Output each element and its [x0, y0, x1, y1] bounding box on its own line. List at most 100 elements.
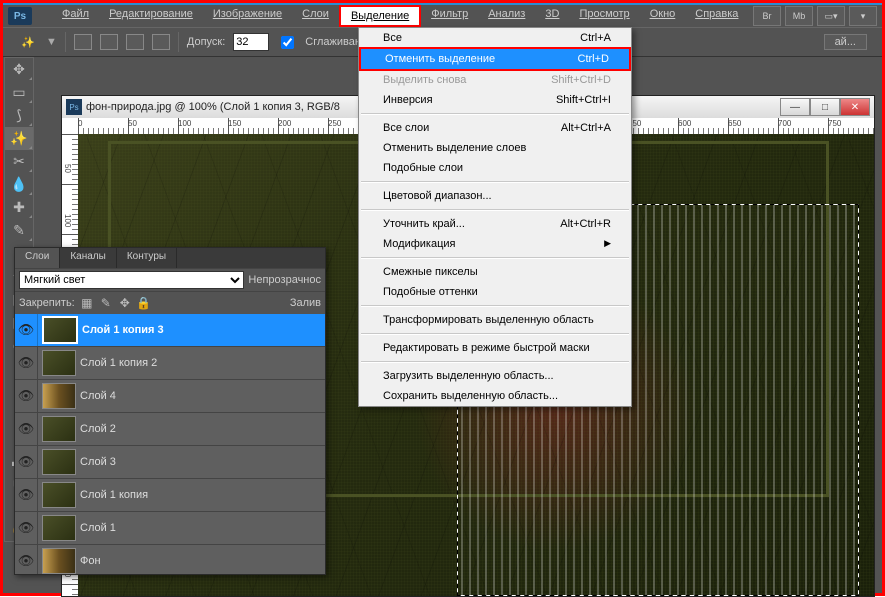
visibility-toggle-icon[interactable]: 👁 — [15, 380, 38, 412]
eyedropper-tool[interactable]: 💧 — [5, 173, 33, 196]
layer-row[interactable]: 👁 Слой 1 копия 3 — [15, 314, 325, 347]
visibility-toggle-icon[interactable]: 👁 — [15, 545, 38, 574]
layer-name[interactable]: Слой 2 — [80, 423, 116, 435]
layer-name[interactable]: Фон — [80, 555, 101, 567]
lock-label: Закрепить: — [19, 297, 75, 309]
layer-row[interactable]: 👁 Слой 1 копия — [15, 479, 325, 512]
menu-3d[interactable]: 3D — [535, 5, 569, 27]
brush-tool[interactable]: ✎ — [5, 219, 33, 242]
add-selection-icon[interactable] — [100, 34, 118, 50]
lock-paint-icon[interactable]: ✎ — [98, 295, 114, 311]
subtract-selection-icon[interactable] — [126, 34, 144, 50]
selection-menu-dropdown: ВсеCtrl+AОтменить выделениеCtrl+DВыделит… — [358, 27, 632, 407]
tolerance-label: Допуск: — [187, 36, 225, 48]
screen-mode-button[interactable]: ▭▾ — [817, 6, 845, 26]
visibility-toggle-icon[interactable]: 👁 — [15, 347, 38, 379]
lock-transparency-icon[interactable]: ▦ — [79, 295, 95, 311]
layer-row[interactable]: 👁 Фон — [15, 545, 325, 574]
healing-tool[interactable]: ✚ — [5, 196, 33, 219]
menu-item-3[interactable]: ИнверсияShift+Ctrl+I — [359, 90, 631, 110]
layer-thumbnail[interactable] — [42, 515, 76, 541]
lock-all-icon[interactable]: 🔒 — [136, 295, 152, 311]
marquee-tool[interactable]: ▭ — [5, 81, 33, 104]
visibility-toggle-icon[interactable]: 👁 — [15, 314, 38, 346]
layer-thumbnail[interactable] — [42, 548, 76, 574]
blend-mode-select[interactable]: Мягкий свет — [19, 271, 244, 289]
menu-справка[interactable]: Справка — [685, 5, 748, 27]
menu-редактирование[interactable]: Редактирование — [99, 5, 203, 27]
layer-name[interactable]: Слой 3 — [80, 456, 116, 468]
menu-фильтр[interactable]: Фильтр — [421, 5, 478, 27]
menu-item-6[interactable]: Отменить выделение слоев — [359, 138, 631, 158]
menu-item-12[interactable]: Модификация▶ — [359, 234, 631, 254]
menu-item-21[interactable]: Загрузить выделенную область... — [359, 366, 631, 386]
tolerance-input[interactable] — [233, 33, 269, 51]
layer-thumbnail[interactable] — [42, 482, 76, 508]
new-selection-icon[interactable] — [74, 34, 92, 50]
fill-label: Залив — [290, 297, 321, 309]
layer-thumbnail[interactable] — [42, 316, 78, 344]
intersect-selection-icon[interactable] — [152, 34, 170, 50]
maximize-button[interactable]: □ — [810, 98, 840, 116]
antialias-checkbox[interactable] — [281, 36, 294, 49]
minibridge-button[interactable]: Mb — [785, 6, 813, 26]
menu-изображение[interactable]: Изображение — [203, 5, 292, 27]
layer-name[interactable]: Слой 1 копия — [80, 489, 148, 501]
menu-item-9[interactable]: Цветовой диапазон... — [359, 186, 631, 206]
menu-item-19[interactable]: Редактировать в режиме быстрой маски — [359, 338, 631, 358]
layer-thumbnail[interactable] — [42, 416, 76, 442]
menu-item-2: Выделить сноваShift+Ctrl+D — [359, 70, 631, 90]
layer-thumbnail[interactable] — [42, 350, 76, 376]
move-tool[interactable]: ✥ — [5, 58, 33, 81]
menu-слои[interactable]: Слои — [292, 5, 339, 27]
menu-item-17[interactable]: Трансформировать выделенную область — [359, 310, 631, 330]
magic-wand-tool[interactable]: ✨ — [5, 127, 33, 150]
menu-item-7[interactable]: Подобные слои — [359, 158, 631, 178]
close-button[interactable]: ✕ — [840, 98, 870, 116]
app-logo: Ps — [8, 7, 32, 25]
menu-item-14[interactable]: Смежные пикселы — [359, 262, 631, 282]
layer-row[interactable]: 👁 Слой 2 — [15, 413, 325, 446]
layer-name[interactable]: Слой 1 — [80, 522, 116, 534]
layer-name[interactable]: Слой 4 — [80, 390, 116, 402]
bridge-button[interactable]: Br — [753, 6, 781, 26]
menu-item-0[interactable]: ВсеCtrl+A — [359, 28, 631, 48]
visibility-toggle-icon[interactable]: 👁 — [15, 446, 38, 478]
ps-file-icon: Ps — [66, 99, 82, 115]
menu-выделение[interactable]: Выделение — [339, 5, 421, 27]
menu-item-22[interactable]: Сохранить выделенную область... — [359, 386, 631, 406]
layer-row[interactable]: 👁 Слой 1 — [15, 512, 325, 545]
magic-wand-indicator-icon: ✨ — [18, 32, 38, 52]
menu-окно[interactable]: Окно — [640, 5, 686, 27]
opacity-label: Непрозрачнос — [248, 274, 321, 286]
lock-position-icon[interactable]: ✥ — [117, 295, 133, 311]
layer-row[interactable]: 👁 Слой 3 — [15, 446, 325, 479]
visibility-toggle-icon[interactable]: 👁 — [15, 479, 38, 511]
menu-файл[interactable]: Файл — [52, 5, 99, 27]
layer-name[interactable]: Слой 1 копия 2 — [80, 357, 157, 369]
crop-tool[interactable]: ✂ — [5, 150, 33, 173]
layer-thumbnail[interactable] — [42, 383, 76, 409]
menu-просмотр[interactable]: Просмотр — [569, 5, 639, 27]
menu-bar: Ps ФайлРедактированиеИзображениеСлоиВыде… — [3, 5, 882, 27]
visibility-toggle-icon[interactable]: 👁 — [15, 512, 38, 544]
layer-thumbnail[interactable] — [42, 449, 76, 475]
menu-item-11[interactable]: Уточнить край...Alt+Ctrl+R — [359, 214, 631, 234]
minimize-button[interactable]: — — [780, 98, 810, 116]
layers-panel: СлоиКаналыКонтуры Мягкий свет Непрозрачн… — [14, 247, 326, 575]
panel-tab-2[interactable]: Контуры — [117, 248, 177, 268]
refine-edge-button[interactable]: ай... — [824, 34, 867, 50]
document-title: фон-природа.jpg @ 100% (Слой 1 копия 3, … — [86, 101, 340, 113]
lasso-tool[interactable]: ⟆ — [5, 104, 33, 127]
workspace-button[interactable]: ▾ — [849, 6, 877, 26]
menu-анализ[interactable]: Анализ — [478, 5, 535, 27]
layer-row[interactable]: 👁 Слой 1 копия 2 — [15, 347, 325, 380]
menu-item-5[interactable]: Все слоиAlt+Ctrl+A — [359, 118, 631, 138]
panel-tab-0[interactable]: Слои — [15, 248, 60, 268]
menu-item-1[interactable]: Отменить выделениеCtrl+D — [361, 49, 629, 69]
layer-row[interactable]: 👁 Слой 4 — [15, 380, 325, 413]
menu-item-15[interactable]: Подобные оттенки — [359, 282, 631, 302]
layer-name[interactable]: Слой 1 копия 3 — [82, 324, 164, 336]
visibility-toggle-icon[interactable]: 👁 — [15, 413, 38, 445]
panel-tab-1[interactable]: Каналы — [60, 248, 117, 268]
